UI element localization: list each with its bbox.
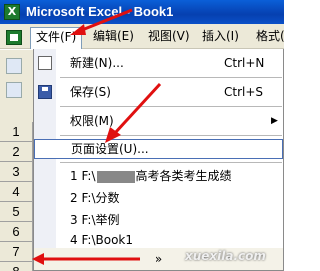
- annotation-arrow-file: [70, 8, 133, 35]
- annotation-arrows: [32, 8, 162, 265]
- annotation-arrow-expand: [32, 253, 140, 265]
- watermark: xuexila.com: [185, 249, 266, 263]
- annotation-arrow-page-setup: [105, 82, 162, 143]
